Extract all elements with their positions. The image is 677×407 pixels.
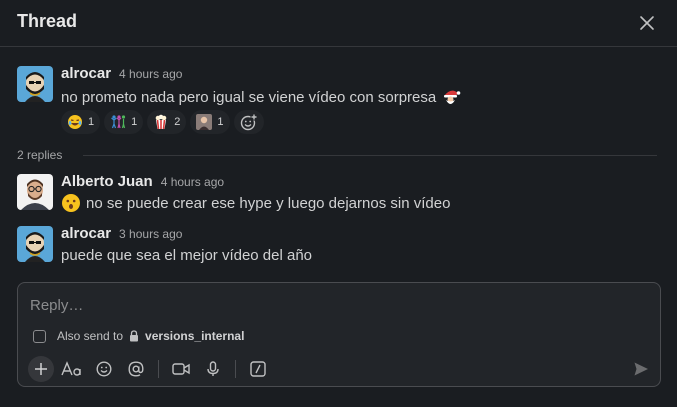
message-text-row: puede que sea el mejor vídeo del año xyxy=(61,247,312,264)
video-camera-icon xyxy=(172,363,190,375)
dancers-emoji-icon xyxy=(110,114,126,130)
message-author[interactable]: alrocar xyxy=(61,225,111,242)
formatting-button[interactable] xyxy=(59,356,85,382)
at-mention-icon xyxy=(128,361,144,377)
message-author[interactable]: alrocar xyxy=(61,65,111,82)
reaction-custom-person[interactable]: 1 xyxy=(190,110,230,134)
replies-divider: 2 replies xyxy=(17,148,657,164)
add-emoji-icon xyxy=(240,113,258,131)
microphone-icon xyxy=(207,361,219,376)
message-text: puede que sea el mejor vídeo del año xyxy=(61,247,313,264)
shortcuts-button[interactable] xyxy=(245,356,271,382)
reaction-count: 1 xyxy=(131,116,138,128)
lock-icon xyxy=(130,330,139,342)
reply-composer: Also send to versions_internal xyxy=(17,282,661,387)
message-text-row: no se puede crear ese hype y luego dejar… xyxy=(61,193,450,213)
toolbar-divider xyxy=(158,360,159,378)
message-text-row: no prometo nada pero igual se viene víde… xyxy=(61,87,461,107)
reaction-count: 1 xyxy=(88,116,95,128)
close-icon xyxy=(640,16,654,30)
close-button[interactable] xyxy=(633,9,661,37)
thread-header: Thread xyxy=(0,0,677,47)
reactions-bar: 1 1 2 1 xyxy=(61,110,264,134)
video-clip-button[interactable] xyxy=(168,356,194,382)
reaction-dancers[interactable]: 1 xyxy=(104,110,144,134)
popcorn-emoji-icon xyxy=(153,114,169,130)
add-reaction-button[interactable] xyxy=(233,110,264,134)
send-button[interactable] xyxy=(628,356,654,382)
composer-toolbar xyxy=(28,356,271,382)
replies-count: 2 replies xyxy=(17,148,63,162)
audio-clip-button[interactable] xyxy=(200,356,226,382)
send-icon xyxy=(634,362,648,376)
divider-line xyxy=(83,155,657,156)
emoji-button[interactable] xyxy=(91,356,117,382)
message-timestamp[interactable]: 3 hours ago xyxy=(119,227,182,241)
reply-input[interactable] xyxy=(30,294,630,316)
thread-title: Thread xyxy=(17,11,78,31)
joy-emoji-icon xyxy=(67,114,83,130)
reaction-count: 1 xyxy=(217,116,224,128)
reaction-popcorn[interactable]: 2 xyxy=(147,110,187,134)
message-timestamp[interactable]: 4 hours ago xyxy=(161,175,224,189)
plus-icon xyxy=(35,363,47,375)
attach-button[interactable] xyxy=(28,356,54,382)
message-text: no se puede crear ese hype y luego dejar… xyxy=(86,194,451,212)
reaction-joy[interactable]: 1 xyxy=(61,110,101,134)
message-author[interactable]: Alberto Juan xyxy=(61,173,153,190)
text-format-icon xyxy=(61,361,81,376)
avatar[interactable] xyxy=(17,66,53,102)
emoji-icon xyxy=(96,361,112,377)
message-text: no prometo nada pero igual se viene víde… xyxy=(61,88,437,106)
toolbar-divider xyxy=(235,360,236,378)
also-send-label: Also send to xyxy=(57,329,124,343)
message-timestamp[interactable]: 4 hours ago xyxy=(119,67,182,81)
hushed-face-emoji-icon xyxy=(62,194,80,212)
reaction-count: 2 xyxy=(174,116,181,128)
avatar[interactable] xyxy=(17,226,53,262)
also-send-option: Also send to versions_internal xyxy=(33,329,244,343)
santa-emoji-icon xyxy=(444,90,461,104)
avatar[interactable] xyxy=(17,174,53,210)
custom-person-emoji-icon xyxy=(196,114,213,130)
channel-name: versions_internal xyxy=(145,329,245,343)
also-send-checkbox[interactable] xyxy=(33,329,46,343)
mention-button[interactable] xyxy=(123,356,149,382)
slash-command-icon xyxy=(250,361,266,377)
